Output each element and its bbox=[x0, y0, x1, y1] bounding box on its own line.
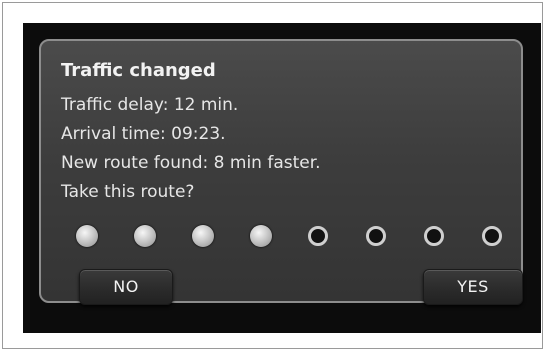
traffic-dialog: Traffic changed Traffic delay: 12 min. A… bbox=[39, 39, 523, 305]
countdown-dot bbox=[76, 225, 98, 247]
countdown-dot bbox=[250, 225, 272, 247]
countdown-dot bbox=[192, 225, 214, 247]
dialog-title: Traffic changed bbox=[61, 60, 216, 81]
countdown-dot bbox=[134, 225, 156, 247]
arrival-time-text: Arrival time: 09:23. bbox=[61, 124, 226, 144]
countdown-dot bbox=[308, 226, 328, 246]
countdown-dot bbox=[482, 226, 502, 246]
countdown-indicator bbox=[76, 225, 506, 247]
countdown-dot bbox=[424, 226, 444, 246]
yes-button[interactable]: YES bbox=[423, 269, 523, 305]
traffic-delay-text: Traffic delay: 12 min. bbox=[61, 95, 239, 115]
navigation-screen: Traffic changed Traffic delay: 12 min. A… bbox=[23, 23, 541, 333]
countdown-dot bbox=[366, 226, 386, 246]
route-question-text: Take this route? bbox=[61, 182, 195, 202]
no-button[interactable]: NO bbox=[79, 269, 173, 305]
new-route-text: New route found: 8 min faster. bbox=[61, 153, 321, 173]
